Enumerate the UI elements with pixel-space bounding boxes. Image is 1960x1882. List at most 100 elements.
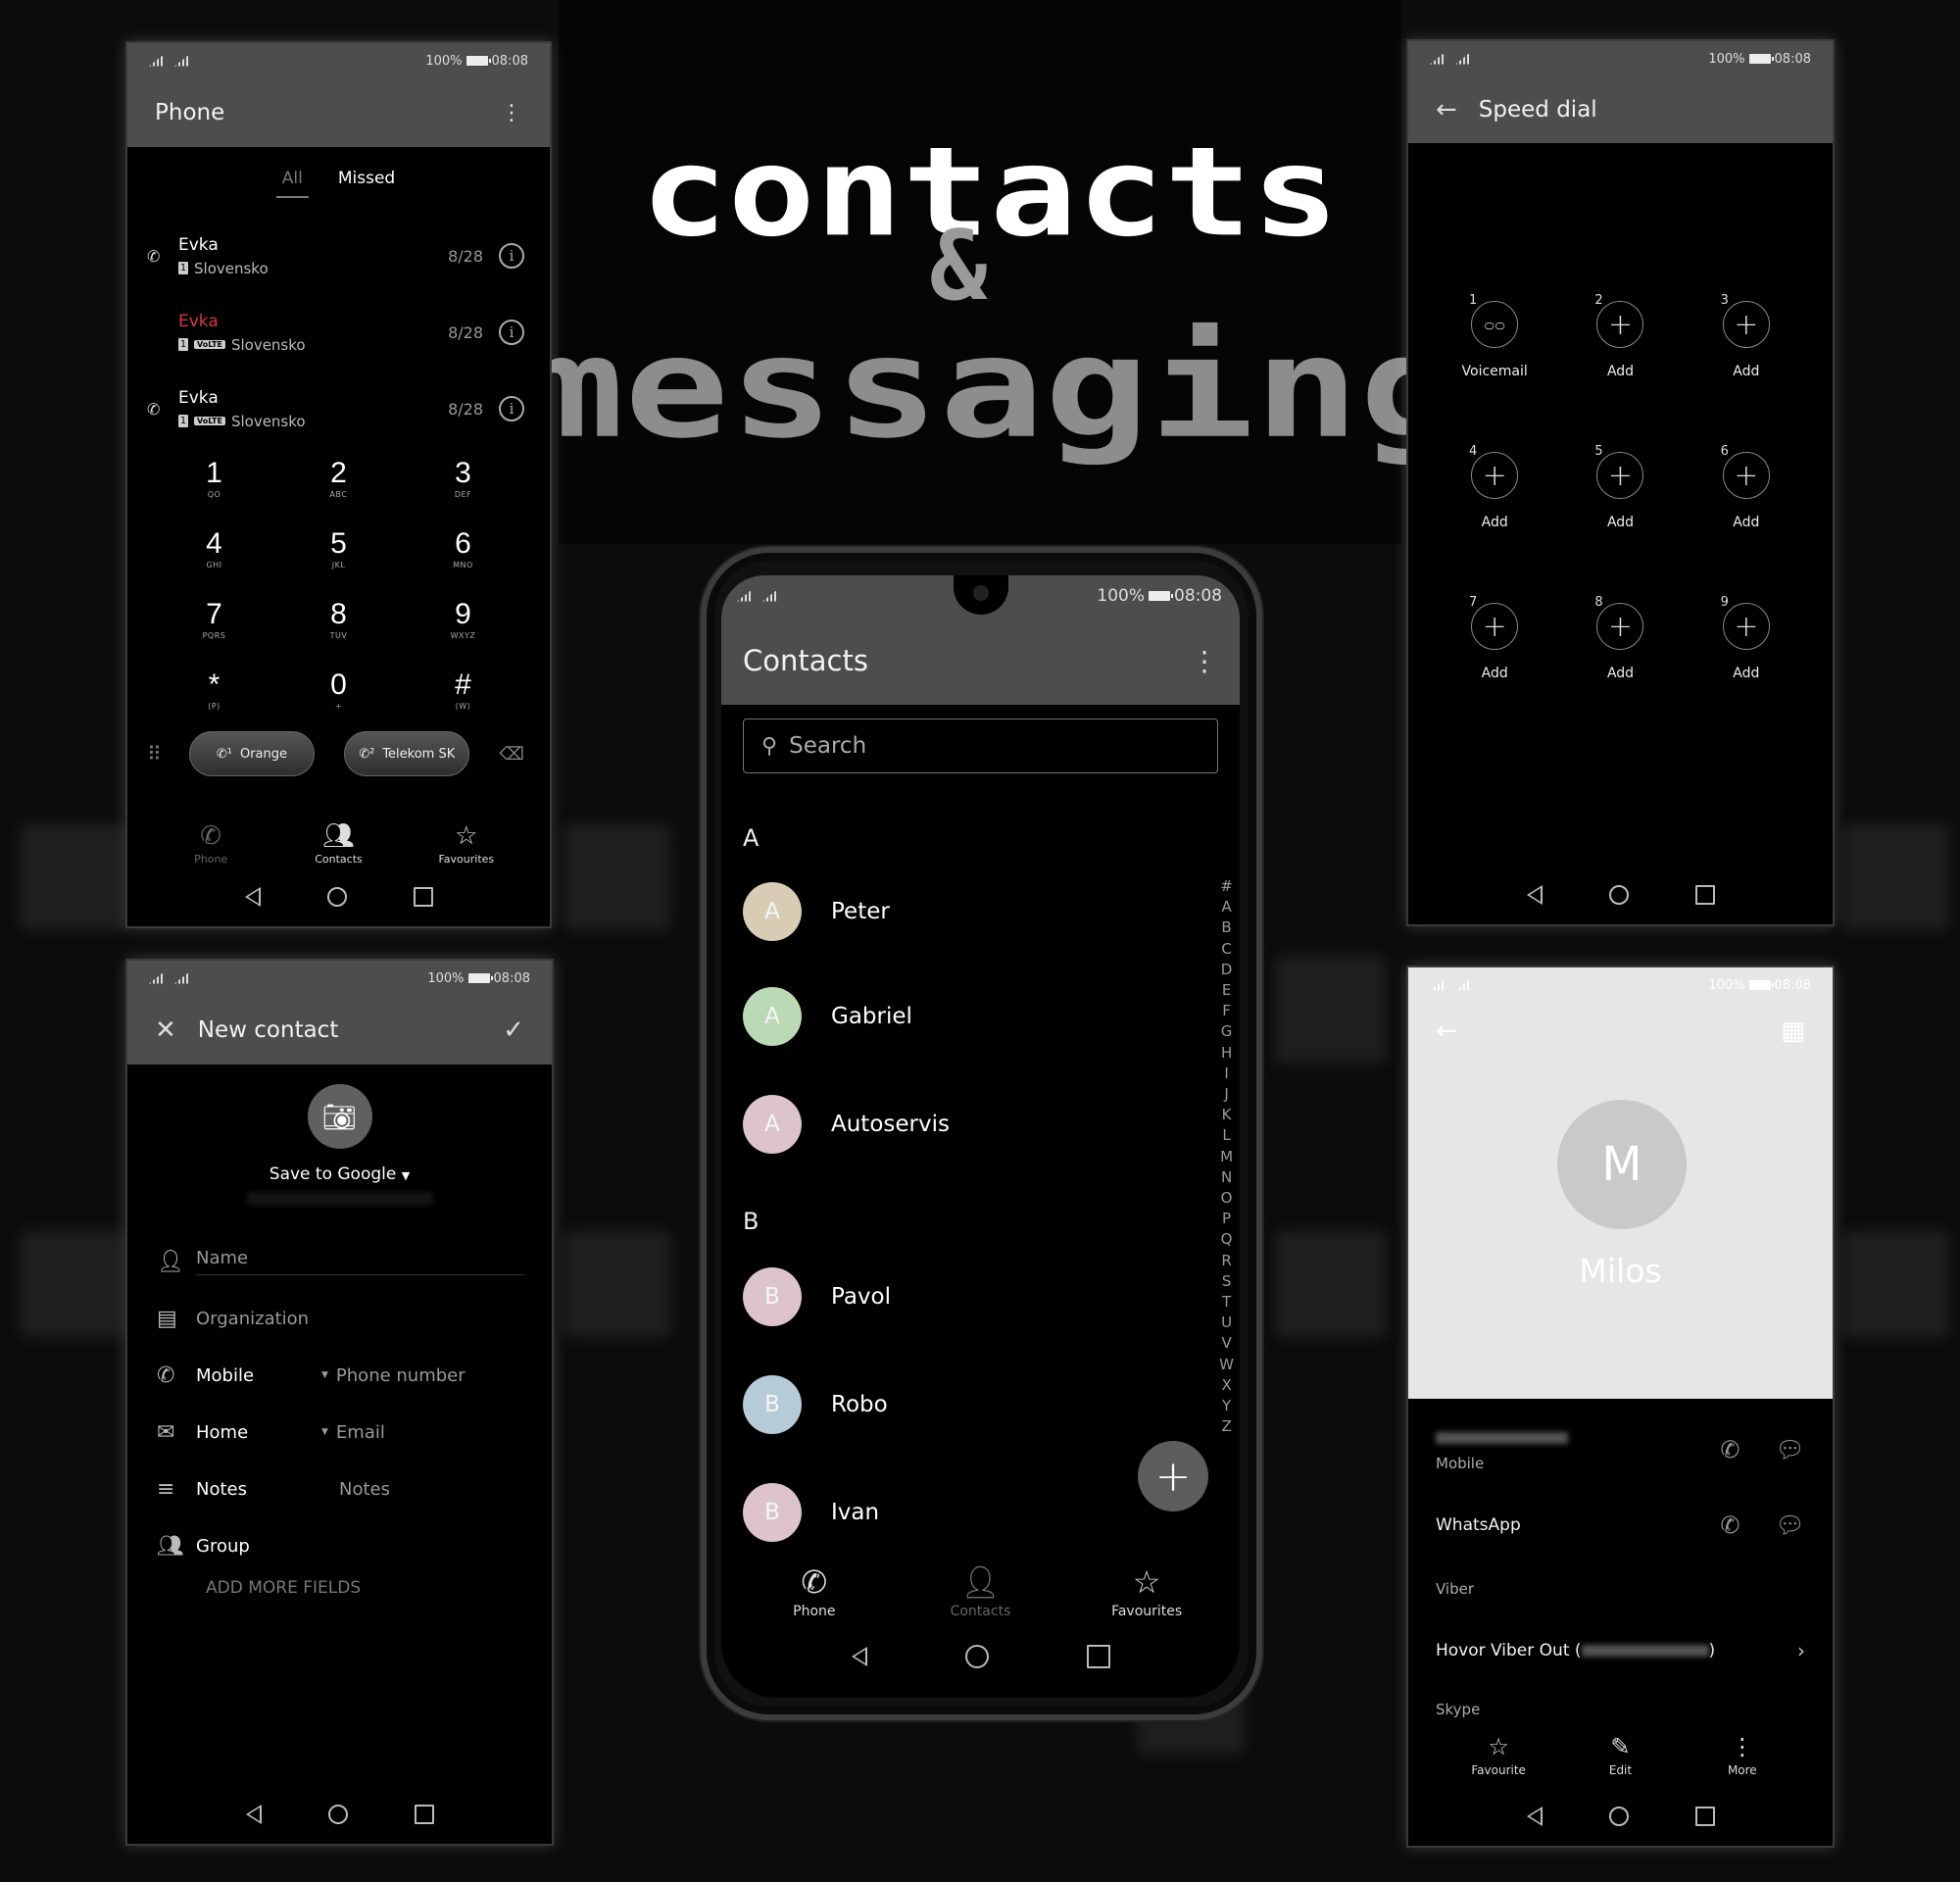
email-type-label[interactable]: Home	[196, 1422, 321, 1443]
dial-key-9[interactable]: 9 WXYZ	[401, 598, 525, 657]
alphabet-index[interactable]: # A B C D E F G H I J K L M N O P Q R S T U V W X Y Z	[1219, 876, 1234, 1437]
dial-key-8[interactable]: 8 TUV	[276, 598, 401, 657]
index-letter[interactable]: M	[1219, 1147, 1234, 1167]
index-letter[interactable]: E	[1219, 980, 1234, 1001]
info-icon[interactable]: i	[499, 396, 524, 421]
dial-key-0[interactable]: 0 +	[276, 669, 401, 727]
check-icon[interactable]: ✓	[503, 1015, 524, 1045]
viber-out-row[interactable]: Hovor Viber Out () ›	[1408, 1616, 1833, 1685]
index-letter[interactable]: S	[1219, 1271, 1234, 1292]
dial-key-7[interactable]: 7 PQRS	[152, 598, 276, 657]
message-icon[interactable]: 💬︎	[1776, 1511, 1805, 1539]
index-letter[interactable]: H	[1219, 1043, 1234, 1064]
dial-key-4[interactable]: 4 GHI	[152, 527, 276, 586]
phone-type-label[interactable]: Mobile	[196, 1365, 321, 1386]
index-letter[interactable]: W	[1219, 1355, 1234, 1375]
backspace-icon[interactable]: ⌫	[500, 744, 524, 765]
call-icon[interactable]: ✆	[1720, 1436, 1740, 1463]
back-arrow-icon[interactable]: ←	[1436, 95, 1457, 124]
speed-dial-slot[interactable]: 4 + Add	[1432, 444, 1557, 546]
index-letter[interactable]: J	[1219, 1084, 1234, 1105]
tab-favourites[interactable]: ☆ Favourites	[1098, 1560, 1196, 1619]
more-button[interactable]: ⋮ More	[1693, 1730, 1791, 1777]
tab-contacts[interactable]: 👤︎ Contacts	[931, 1560, 1029, 1619]
index-letter[interactable]: Y	[1219, 1396, 1234, 1416]
edit-button[interactable]: ✎ Edit	[1571, 1730, 1669, 1777]
info-icon[interactable]: i	[499, 243, 524, 269]
dial-key-3[interactable]: 3 DEF	[401, 457, 525, 516]
info-icon[interactable]: i	[499, 320, 524, 345]
call-log-item[interactable]: ✆ Evka 1 Slovensko 8/28 i	[127, 218, 550, 294]
speed-dial-slot[interactable]: 1 ᴑᴑ Voicemail	[1432, 293, 1557, 395]
add-contact-button[interactable]: +	[1138, 1441, 1208, 1511]
index-letter[interactable]: R	[1219, 1251, 1234, 1271]
index-letter[interactable]: T	[1219, 1292, 1234, 1312]
call-sim1-button[interactable]: ✆¹ Orange	[188, 731, 315, 776]
speed-dial-slot[interactable]: 6 + Add	[1684, 444, 1809, 546]
index-letter[interactable]: I	[1219, 1064, 1234, 1084]
whatsapp-row[interactable]: WhatsApp ✆ 💬︎	[1408, 1489, 1833, 1561]
index-letter[interactable]: P	[1219, 1209, 1234, 1229]
speed-dial-slot[interactable]: 9 + Add	[1684, 595, 1809, 697]
more-vert-icon[interactable]: ⋮	[501, 101, 522, 125]
group-field[interactable]: 👥︎ Group	[127, 1517, 552, 1574]
organization-field[interactable]: ▤ Organization	[127, 1290, 552, 1347]
recents-icon[interactable]	[1086, 1645, 1110, 1668]
email-input[interactable]: Email	[336, 1422, 385, 1443]
favourite-button[interactable]: ☆ Favourite	[1449, 1730, 1547, 1777]
add-photo-button[interactable]: 📷︎	[307, 1084, 372, 1149]
back-icon[interactable]	[245, 1805, 262, 1824]
index-letter[interactable]: C	[1219, 939, 1234, 960]
index-letter[interactable]: G	[1219, 1021, 1234, 1042]
speed-dial-slot[interactable]: 5 + Add	[1557, 444, 1683, 546]
tab-phone[interactable]: ✆ Phone	[765, 1560, 863, 1619]
call-log-item[interactable]: ✆ Evka 1 VoLTE Slovensko 8/28 i	[127, 371, 550, 447]
dropdown-arrow-icon[interactable]: ▼	[321, 1427, 328, 1437]
notes-input[interactable]: Notes	[339, 1479, 390, 1500]
index-letter[interactable]: X	[1219, 1375, 1234, 1396]
index-letter[interactable]: B	[1219, 917, 1234, 938]
recents-icon[interactable]	[1694, 885, 1715, 905]
index-letter[interactable]: V	[1219, 1333, 1234, 1354]
index-letter[interactable]: A	[1219, 897, 1234, 917]
name-field[interactable]: 👤︎ Name	[127, 1233, 552, 1290]
dropdown-arrow-icon[interactable]: ▼	[321, 1370, 328, 1380]
speed-dial-slot[interactable]: 7 + Add	[1432, 595, 1557, 697]
more-vert-icon[interactable]: ⋮	[1191, 645, 1218, 677]
add-more-fields-button[interactable]: ADD MORE FIELDS	[127, 1578, 552, 1598]
organization-input[interactable]: Organization	[196, 1309, 309, 1329]
home-icon[interactable]	[964, 1645, 989, 1668]
index-letter[interactable]: K	[1219, 1105, 1234, 1125]
phone-input[interactable]: Phone number	[336, 1365, 466, 1386]
call-log-item[interactable]: Evka 1 VoLTE Slovensko 8/28 i	[127, 294, 550, 371]
tab-favourites[interactable]: ☆ Favourites	[417, 819, 515, 866]
tab-phone[interactable]: ✆ Phone	[162, 819, 260, 866]
call-sim2-button[interactable]: ✆² Telekom SK	[344, 731, 470, 776]
call-icon[interactable]: ✆	[1720, 1511, 1740, 1539]
index-letter[interactable]: F	[1219, 1001, 1234, 1021]
mobile-number-row[interactable]: Mobile ✆ 💬︎	[1408, 1411, 1833, 1489]
search-input[interactable]: ⚲ Search	[743, 718, 1218, 773]
dialpad-toggle-icon[interactable]: ⠿	[147, 742, 162, 766]
contact-list-item[interactable]: A Autoservis	[721, 1070, 1240, 1178]
speed-dial-slot[interactable]: 8 + Add	[1557, 595, 1683, 697]
recents-icon[interactable]	[413, 887, 433, 907]
message-icon[interactable]: 💬︎	[1776, 1436, 1805, 1463]
index-letter[interactable]: D	[1219, 960, 1234, 980]
contact-list-item[interactable]: B Pavol	[721, 1243, 1240, 1351]
close-icon[interactable]: ✕	[155, 1015, 176, 1045]
home-icon[interactable]	[327, 1805, 348, 1824]
back-arrow-icon[interactable]: ←	[1436, 1016, 1457, 1046]
back-icon[interactable]	[244, 887, 261, 907]
dial-key-#[interactable]: # (W)	[401, 669, 525, 727]
home-icon[interactable]	[1608, 1807, 1629, 1826]
qr-code-icon[interactable]: ▦	[1781, 1016, 1805, 1046]
dial-key-6[interactable]: 6 MNO	[401, 527, 525, 586]
back-icon[interactable]	[1526, 1807, 1543, 1826]
save-account-dropdown[interactable]: Save to Google ▼	[127, 1164, 552, 1184]
speed-dial-slot[interactable]: 2 + Add	[1557, 293, 1683, 395]
dial-key-1[interactable]: 1 QO	[152, 457, 276, 516]
back-icon[interactable]	[1526, 885, 1543, 905]
recents-icon[interactable]	[414, 1805, 434, 1824]
home-icon[interactable]	[326, 887, 347, 907]
